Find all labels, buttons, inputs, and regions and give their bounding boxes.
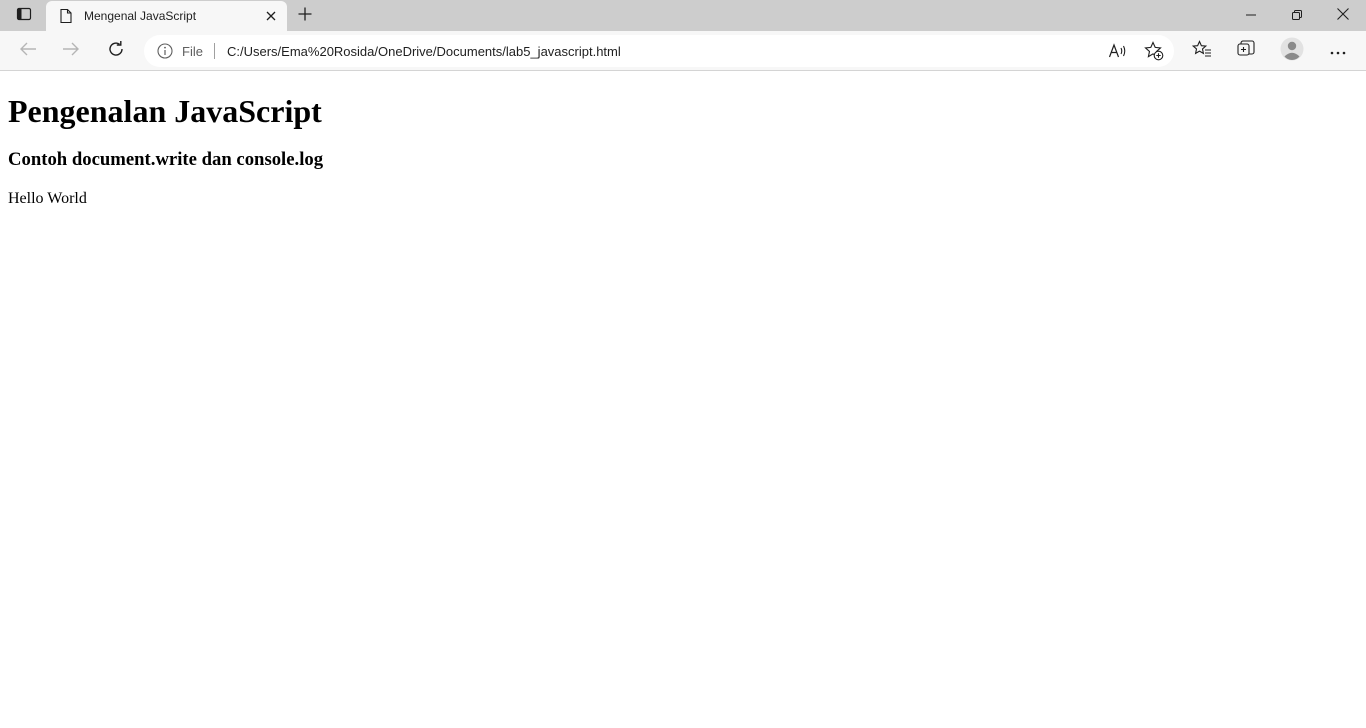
- refresh-button[interactable]: [101, 36, 131, 66]
- address-separator: [214, 43, 215, 59]
- more-icon: [1330, 42, 1346, 60]
- tab-strip: Mengenal JavaScript: [0, 0, 1366, 31]
- minimize-icon: [1246, 7, 1256, 25]
- star-add-icon[interactable]: [1144, 41, 1164, 61]
- page-subheading: Contoh document.write dan console.log: [8, 149, 324, 170]
- read-aloud-icon[interactable]: [1108, 41, 1128, 61]
- collections-icon: [1237, 39, 1255, 63]
- plus-icon: [298, 7, 312, 26]
- scheme-label: File: [182, 44, 203, 59]
- url-text[interactable]: C:/Users/Ema%20Rosida/OneDrive/Documents…: [227, 44, 621, 59]
- output-text: Hello World: [8, 190, 87, 207]
- page-icon: [58, 8, 74, 24]
- tab-active[interactable]: Mengenal JavaScript: [46, 1, 287, 31]
- info-icon[interactable]: [157, 43, 173, 59]
- favorites-button[interactable]: [1187, 36, 1217, 66]
- refresh-icon: [107, 40, 125, 63]
- restore-button[interactable]: [1274, 0, 1320, 31]
- tab-title: Mengenal JavaScript: [84, 9, 197, 23]
- profile-button[interactable]: [1277, 36, 1307, 66]
- minimize-button[interactable]: [1228, 0, 1274, 31]
- page-viewport: Pengenalan JavaScript Contoh document.wr…: [0, 72, 1366, 728]
- close-icon[interactable]: [263, 8, 279, 24]
- tab-actions-icon: [16, 6, 32, 27]
- close-window-icon: [1337, 7, 1349, 25]
- tab-actions-button[interactable]: [6, 3, 42, 29]
- address-bar[interactable]: File C:/Users/Ema%20Rosida/OneDrive/Docu…: [144, 35, 1174, 67]
- back-button[interactable]: [13, 36, 43, 66]
- arrow-left-icon: [19, 41, 37, 62]
- page-heading: Pengenalan JavaScript: [8, 93, 322, 129]
- arrow-right-icon: [62, 41, 80, 62]
- forward-button[interactable]: [56, 36, 86, 66]
- restore-icon: [1292, 7, 1302, 25]
- avatar-icon: [1280, 37, 1304, 66]
- collections-button[interactable]: [1231, 36, 1261, 66]
- favorites-icon: [1191, 39, 1212, 63]
- new-tab-button[interactable]: [292, 4, 318, 28]
- close-window-button[interactable]: [1320, 0, 1366, 31]
- window-controls: [1228, 0, 1366, 31]
- more-button[interactable]: [1323, 36, 1353, 66]
- browser-toolbar: File C:/Users/Ema%20Rosida/OneDrive/Docu…: [0, 31, 1366, 71]
